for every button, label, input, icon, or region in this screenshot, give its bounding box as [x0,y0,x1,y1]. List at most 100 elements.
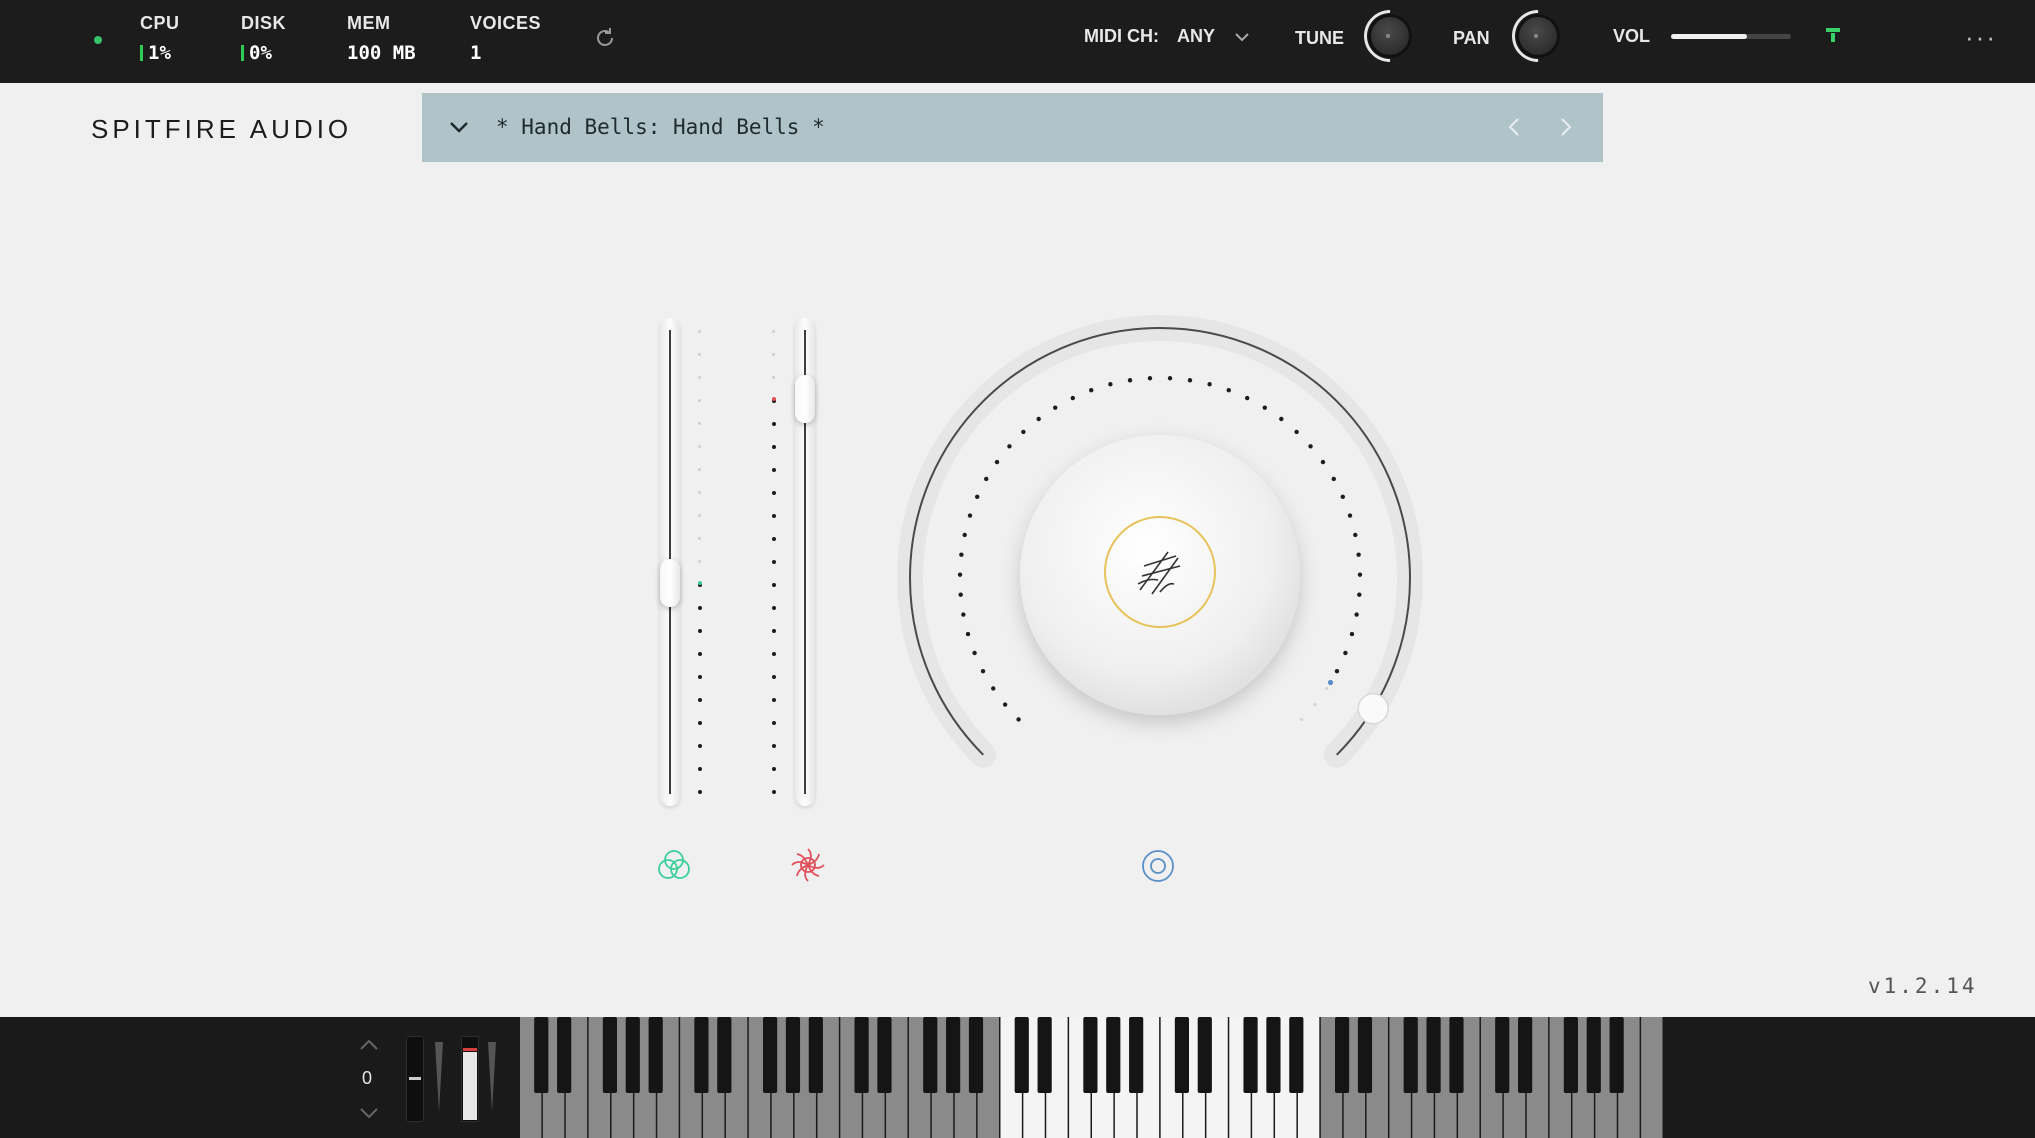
tune-label: TUNE [1295,28,1344,48]
black-key[interactable] [923,1017,938,1093]
cpu-value: 1% [148,42,171,64]
black-key[interactable] [1197,1017,1212,1093]
previous-preset-icon[interactable] [1502,114,1528,140]
level-dot [698,468,701,471]
black-key[interactable] [1426,1017,1441,1093]
reverb-level-dot [994,459,1000,465]
black-key[interactable] [1357,1017,1373,1093]
piano-keyboard[interactable] [520,1017,1664,1138]
preset-selector[interactable]: * Hand Bells: Hand Bells * [422,93,1603,162]
black-key[interactable] [1495,1017,1510,1093]
black-key[interactable] [1266,1017,1281,1093]
level-dot [772,445,776,449]
level-dot [772,790,776,794]
black-key[interactable] [1289,1017,1304,1093]
black-key[interactable] [602,1017,618,1093]
voices-value: 1 [470,42,482,64]
pitch-wheel-indicator [435,1042,443,1112]
version-label: v1.2.14 [1868,974,1978,998]
reverb-level-dot [1334,668,1340,674]
black-key[interactable] [1129,1017,1144,1093]
black-key[interactable] [1037,1017,1052,1093]
black-key[interactable] [1174,1017,1190,1093]
black-key[interactable] [1243,1017,1258,1093]
reverb-level-dot [1226,387,1231,393]
reverb-level-dot [1245,395,1250,401]
disk-label: DISK [241,13,287,33]
black-key[interactable] [1106,1017,1121,1093]
mod-wheel[interactable] [461,1036,479,1122]
white-key[interactable] [1641,1017,1663,1138]
reverb-level-marker [1327,679,1334,686]
black-key[interactable] [1083,1017,1098,1093]
black-key[interactable] [694,1017,709,1093]
pitch-wheel[interactable] [406,1036,424,1122]
pan-knob[interactable] [1501,0,1575,73]
cpu-stat: CPU 1% [140,13,180,64]
reverb-level-dot [1016,717,1021,722]
reverb-level-dot [1147,376,1153,381]
black-key[interactable] [1563,1017,1578,1093]
reverb-knob-face[interactable] [1020,435,1300,715]
reverb-level-dot [1279,416,1284,422]
tune-knob[interactable] [1353,0,1427,73]
octave-up-icon[interactable] [358,1036,380,1054]
reverb-level-dot [1167,376,1173,381]
level-dot [698,560,701,563]
level-dot [772,652,776,656]
modulation-slider-handle[interactable] [660,559,680,607]
black-key[interactable] [717,1017,732,1093]
reverb-dial-handle[interactable] [1357,692,1389,725]
octave-down-icon[interactable] [358,1104,380,1122]
black-key[interactable] [534,1017,549,1093]
level-dot [698,422,701,425]
black-key[interactable] [1403,1017,1418,1093]
voices-stat: VOICES 1 [470,13,541,64]
black-key[interactable] [1449,1017,1464,1093]
modulation-icon [658,850,690,879]
black-key[interactable] [1334,1017,1350,1093]
black-key[interactable] [808,1017,823,1093]
level-dot [698,353,701,356]
reverb-level-dot [1354,612,1359,617]
reverb-level-dot [1347,513,1353,518]
black-key[interactable] [946,1017,961,1093]
reverb-level-dot [1021,429,1026,435]
black-key[interactable] [1609,1017,1624,1093]
black-key[interactable] [877,1017,892,1093]
chevron-down-icon[interactable] [1233,28,1251,46]
more-options-icon[interactable]: ··· [1965,22,1997,53]
mem-label: MEM [347,13,391,33]
level-meter-icon [1826,28,1840,42]
next-preset-icon[interactable] [1552,114,1578,140]
level-dot [698,675,702,679]
black-key[interactable] [785,1017,801,1093]
reverb-level-dot [1343,650,1348,656]
level-dot [772,606,776,610]
reverb-level-dot [1262,405,1267,410]
black-key[interactable] [648,1017,663,1093]
reverb-level-dot [1349,631,1355,637]
refresh-icon[interactable] [592,25,618,51]
volume-slider[interactable] [1671,34,1791,39]
black-key[interactable] [762,1017,778,1093]
reverb-level-dot [1127,378,1133,383]
brand-logo: SPITFIRE AUDIO [91,114,353,144]
expression-icon [791,848,825,882]
reverb-dial[interactable] [880,300,1440,820]
volume-fill [1671,34,1747,39]
black-key[interactable] [1586,1017,1601,1093]
black-key[interactable] [968,1017,984,1093]
black-key[interactable] [1014,1017,1029,1093]
black-key[interactable] [854,1017,869,1093]
level-dot [772,376,775,379]
midi-channel-select[interactable]: ANY [1177,26,1215,47]
black-key[interactable] [625,1017,640,1093]
black-key[interactable] [557,1017,572,1093]
black-key[interactable] [1518,1017,1533,1093]
chevron-down-icon[interactable] [447,115,471,139]
level-dot [698,606,702,610]
reverb-level-dot [962,532,967,538]
expression-slider-handle[interactable] [795,375,815,423]
level-dot [772,422,776,426]
